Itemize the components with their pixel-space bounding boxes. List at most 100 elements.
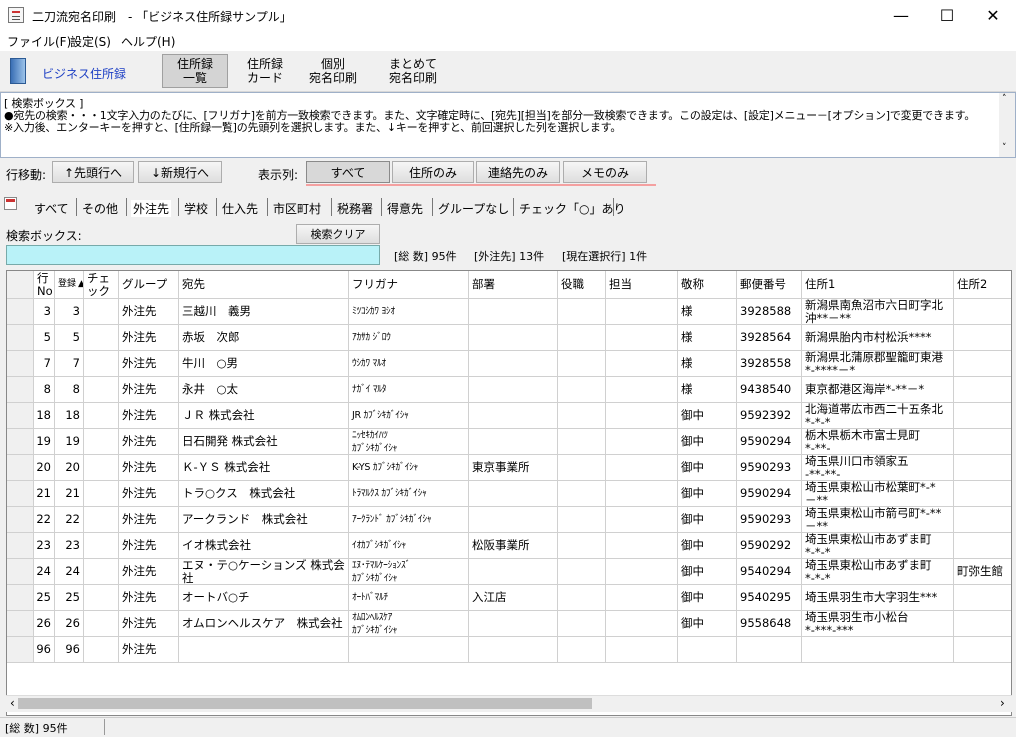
row-cell-a1[interactable]: 埼玉県川口市領家五 -**-**-: [802, 455, 954, 481]
column-header-dept[interactable]: 部署: [469, 271, 558, 299]
row-cell-dept[interactable]: [469, 325, 558, 351]
row-cell-a2[interactable]: [954, 533, 1011, 559]
row-cell-check[interactable]: [84, 585, 119, 611]
row-cell-no[interactable]: 22: [34, 507, 55, 533]
group-tab-checked[interactable]: チェック「○」あり: [517, 200, 627, 217]
group-tab-no-group[interactable]: グループなし: [436, 200, 511, 217]
row-cell-title[interactable]: [558, 559, 606, 585]
tab-batch-print[interactable]: まとめて 宛名印刷: [380, 54, 446, 88]
column-header-kana[interactable]: フリガナ: [349, 271, 469, 299]
row-cell-id[interactable]: 18: [55, 403, 84, 429]
row-cell-dept[interactable]: [469, 481, 558, 507]
row-cell-a2[interactable]: [954, 585, 1011, 611]
row-cell-a1[interactable]: 埼玉県羽生市大字羽生***: [802, 585, 954, 611]
row-cell-title[interactable]: [558, 429, 606, 455]
row-cell-a2[interactable]: [954, 325, 1011, 351]
row-cell-hon[interactable]: 様: [678, 299, 737, 325]
row-cell-kana[interactable]: K-YS ｶﾌﾞｼｷｶﾞｲｼｬ: [349, 455, 469, 481]
row-cell-no[interactable]: 96: [34, 637, 55, 663]
row-cell-a2[interactable]: [954, 611, 1011, 637]
row-cell-no[interactable]: 5: [34, 325, 55, 351]
row-cell-person[interactable]: [606, 637, 678, 663]
row-cell-name[interactable]: オートバ○チ: [179, 585, 349, 611]
row-cell-hon[interactable]: 様: [678, 377, 737, 403]
row-cell-zip[interactable]: 9558648: [737, 611, 802, 637]
menu-file[interactable]: ファイル(F): [7, 33, 71, 50]
row-cell-a2[interactable]: 町弥生館: [954, 559, 1011, 585]
row-cell-title[interactable]: [558, 481, 606, 507]
row-cell-a2[interactable]: [954, 455, 1011, 481]
close-button[interactable]: ✕: [970, 0, 1016, 31]
row-cell-a1[interactable]: 埼玉県東松山市箭弓町*-** －**: [802, 507, 954, 533]
row-cell-person[interactable]: [606, 403, 678, 429]
group-tab-municipality[interactable]: 市区町村: [271, 200, 323, 217]
scroll-right-icon[interactable]: ›: [1000, 696, 1005, 710]
row-cell-person[interactable]: [606, 533, 678, 559]
row-cell-name[interactable]: オムロンヘルスケア 株式会社: [179, 611, 349, 637]
row-cell-hon[interactable]: 御中: [678, 455, 737, 481]
minimize-button[interactable]: —: [878, 0, 924, 31]
row-cell-dept[interactable]: 松阪事業所: [469, 533, 558, 559]
row-cell-zip[interactable]: 9590294: [737, 429, 802, 455]
row-cell-a2[interactable]: [954, 377, 1011, 403]
row-cell-group[interactable]: 外注先: [119, 585, 179, 611]
row-cell-kana[interactable]: ｲｵｶﾌﾞｼｷｶﾞｲｼｬ: [349, 533, 469, 559]
column-header-a1[interactable]: 住所1: [802, 271, 954, 299]
row-cell-zip[interactable]: 9540295: [737, 585, 802, 611]
row-cell-kana[interactable]: [349, 637, 469, 663]
row-cell-title[interactable]: [558, 377, 606, 403]
row-cell-id[interactable]: 8: [55, 377, 84, 403]
row-cell-zip[interactable]: 3928588: [737, 299, 802, 325]
row-cell-title[interactable]: [558, 325, 606, 351]
tab-address-list[interactable]: 住所録 一覧: [162, 54, 228, 88]
row-cell-title[interactable]: [558, 533, 606, 559]
search-input[interactable]: [6, 245, 380, 265]
row-cell-hon[interactable]: 御中: [678, 403, 737, 429]
address-grid[interactable]: 行No登録▲チェックグループ宛先 フリガナ 部署 役職 担当 敬称 郵便番号 住所1 住所2 3 3…: [6, 270, 1012, 716]
row-cell-group[interactable]: 外注先: [119, 377, 179, 403]
column-header-title[interactable]: 役職: [558, 271, 606, 299]
row-cell-group[interactable]: 外注先: [119, 507, 179, 533]
row-cell-a1[interactable]: [802, 637, 954, 663]
row-cell-dept[interactable]: 東京事業所: [469, 455, 558, 481]
scroll-left-icon[interactable]: ‹: [10, 696, 15, 710]
column-header-name[interactable]: 宛先: [179, 271, 349, 299]
row-cell-kana[interactable]: ﾅｶﾞｲ ﾏﾙﾀ: [349, 377, 469, 403]
column-header-person[interactable]: 担当: [606, 271, 678, 299]
menu-settings[interactable]: 設定(S): [70, 33, 111, 50]
row-cell-kana[interactable]: ｱｰｸﾗﾝﾄﾞ ｶﾌﾞｼｷｶﾞｲｼｬ: [349, 507, 469, 533]
row-cell-check[interactable]: [84, 351, 119, 377]
row-cell-hon[interactable]: 御中: [678, 585, 737, 611]
group-tab-customer[interactable]: 得意先: [385, 200, 425, 217]
row-cell-zip[interactable]: 9540294: [737, 559, 802, 585]
row-cell-id[interactable]: 24: [55, 559, 84, 585]
row-cell-no[interactable]: 3: [34, 299, 55, 325]
column-header-no[interactable]: 行 No: [34, 271, 55, 299]
row-cell-hon[interactable]: 御中: [678, 611, 737, 637]
row-cell-name[interactable]: 三越川 義男: [179, 299, 349, 325]
row-cell-a2[interactable]: [954, 403, 1011, 429]
row-cell-title[interactable]: [558, 585, 606, 611]
row-cell-a2[interactable]: [954, 429, 1011, 455]
row-cell-check[interactable]: [84, 299, 119, 325]
row-cell-no[interactable]: 18: [34, 403, 55, 429]
row-cell-a1[interactable]: 埼玉県羽生市小松台 *-***-***: [802, 611, 954, 637]
row-cell-dept[interactable]: [469, 299, 558, 325]
row-cell-name[interactable]: イオ株式会社: [179, 533, 349, 559]
row-cell-id[interactable]: 96: [55, 637, 84, 663]
row-cell-title[interactable]: [558, 299, 606, 325]
row-cell-check[interactable]: [84, 637, 119, 663]
row-cell-no[interactable]: 23: [34, 533, 55, 559]
search-clear-button[interactable]: 検索クリア: [296, 224, 380, 244]
row-cell-id[interactable]: 20: [55, 455, 84, 481]
row-cell-no[interactable]: 25: [34, 585, 55, 611]
scroll-up-icon[interactable]: ˄: [1002, 94, 1007, 104]
row-cell-a1[interactable]: 新潟県北蒲原郡聖籠町東港 *-****－*: [802, 351, 954, 377]
row-cell-check[interactable]: [84, 481, 119, 507]
row-cell-no[interactable]: 20: [34, 455, 55, 481]
row-cell-a1[interactable]: 埼玉県東松山市松葉町*-* －**: [802, 481, 954, 507]
row-cell-check[interactable]: [84, 403, 119, 429]
row-cell-group[interactable]: 外注先: [119, 481, 179, 507]
row-cell-name[interactable]: 日石開発 株式会社: [179, 429, 349, 455]
scroll-down-icon[interactable]: ˅: [1002, 143, 1007, 153]
